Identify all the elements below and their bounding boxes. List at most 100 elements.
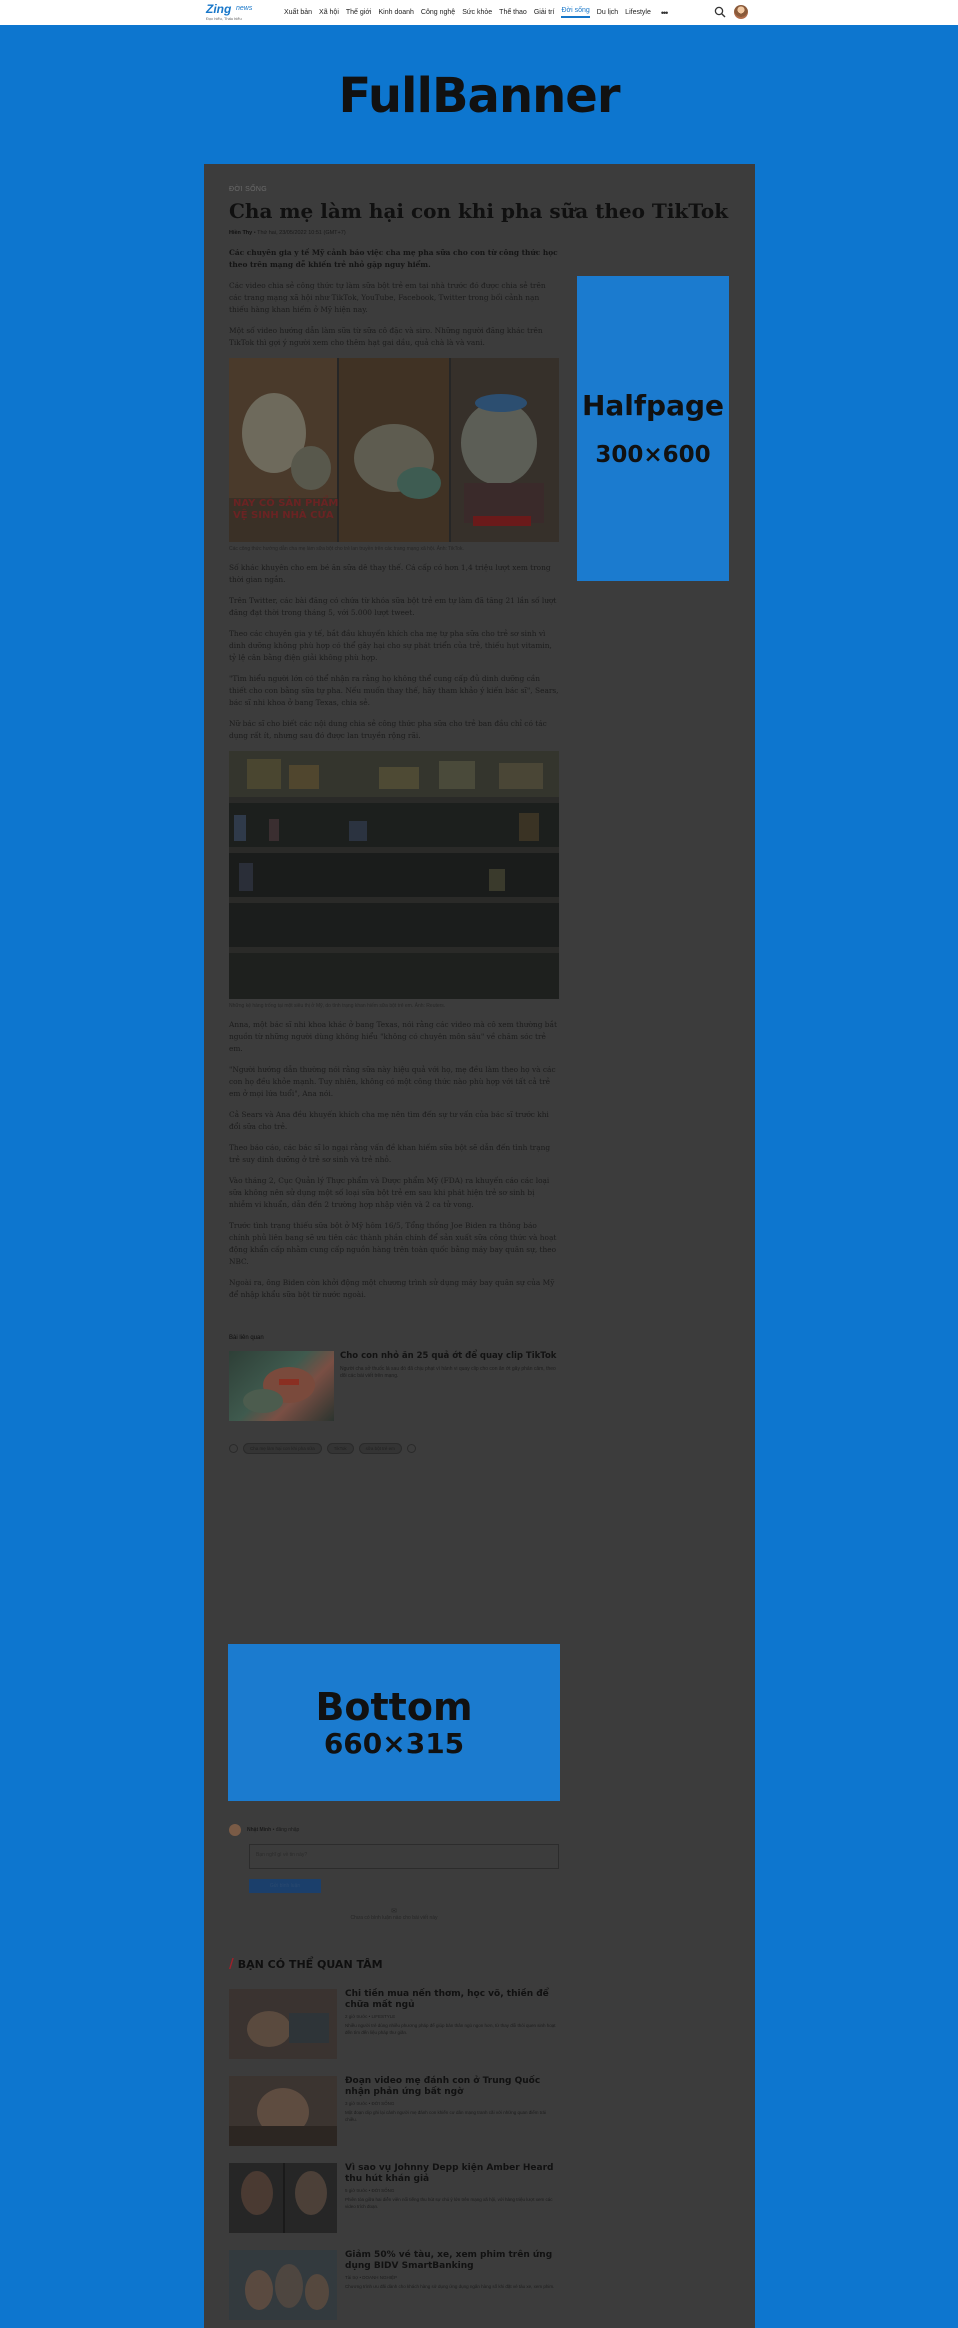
halfpage-ad[interactable]: Halfpage 300×600 bbox=[577, 276, 729, 581]
top-nav-bar: Zing news Đọc hiểu, Thấu hiểu Xuất bản Xã… bbox=[0, 0, 958, 25]
article-image-formula[interactable]: NAY CÓ SẢN PHẨM VỆ SINH NHÀ CỬA bbox=[229, 358, 559, 542]
article-author[interactable]: Hiền Thy bbox=[229, 230, 252, 236]
article-paragraph: Các video chia sẻ công thức tự làm sữa b… bbox=[229, 281, 546, 314]
suggest-thumbnail[interactable] bbox=[229, 2250, 337, 2320]
article-sapo: Các chuyên gia y tế Mỹ cảnh báo việc cha… bbox=[229, 248, 558, 269]
article-overlay: ĐỜI SỐNG Cha mẹ làm hại con khi pha sữa … bbox=[204, 164, 755, 2328]
article-paragraph: Cả Sears và Ana đều khuyến khích cha mẹ … bbox=[229, 1110, 549, 1131]
article-paragraph: Anna, một bác sĩ nhi khoa khác ở bang Te… bbox=[229, 1020, 557, 1053]
article-paragraph: Trước tình trạng thiếu sữa bột ở Mỹ hôm … bbox=[229, 1221, 557, 1266]
add-tag-icon[interactable] bbox=[406, 1444, 416, 1453]
suggest-desc: Chương trình ưu đãi dành cho khách hàng … bbox=[345, 2284, 555, 2289]
related-thumbnail[interactable] bbox=[229, 1351, 334, 1421]
full-banner-label: FullBanner bbox=[338, 68, 620, 124]
suggest-item[interactable]: Chi tiền mua nến thơm, học võ, thiền để … bbox=[229, 1989, 559, 2059]
tag-item[interactable]: TikTok bbox=[326, 1443, 354, 1454]
article-byline: Hiền Thy • Thứ hai, 23/05/2022 10:51 (GM… bbox=[229, 230, 346, 236]
article-title: Cha mẹ làm hại con khi pha sữa theo TikT… bbox=[229, 199, 729, 223]
article-paragraph: Vào tháng 2, Cục Quản lý Thực phẩm và Dư… bbox=[229, 1176, 550, 1209]
suggest-heading: / BẠN CÓ THỂ QUAN TÂM bbox=[229, 1957, 559, 1972]
image-banner-text: NAY CÓ SẢN PHẨM VỆ SINH NHÀ CỬA bbox=[233, 498, 339, 521]
article-paragraph: Theo báo cáo, các bác sĩ lo ngại rằng vấ… bbox=[229, 1143, 551, 1164]
article-paragraph: Trên Twitter, các bài đăng có chứa từ kh… bbox=[229, 596, 557, 617]
nav-item[interactable]: Lifestyle bbox=[625, 9, 651, 16]
user-avatar[interactable] bbox=[734, 5, 748, 19]
tag-item[interactable]: Cha mẹ làm hại con khi pha sữa bbox=[243, 1443, 322, 1454]
suggest-meta: 5 giờ trước • ĐỜI SỐNG bbox=[345, 2188, 395, 2193]
suggest-title[interactable]: Vì sao vụ Johnny Depp kiện Amber Heard t… bbox=[345, 2163, 559, 2185]
suggest-title[interactable]: Chi tiền mua nến thơm, học võ, thiền để … bbox=[345, 1989, 559, 2011]
related-desc: Người cha sở thuốc lá sau đó đã chịu phạ… bbox=[340, 1366, 556, 1379]
halfpage-size: 300×600 bbox=[595, 442, 711, 468]
nav-item[interactable]: Xã hội bbox=[319, 9, 339, 16]
article-paragraph: "Tìm hiểu người lớn có thể nhận ra rằng … bbox=[229, 674, 559, 707]
suggest-section: / BẠN CÓ THỂ QUAN TÂM Chi tiền mua nến t… bbox=[229, 1957, 559, 2320]
halfpage-label: Halfpage bbox=[581, 389, 725, 422]
article-paragraph: "Người hướng dẫn thường nói rằng sữa này… bbox=[229, 1065, 556, 1098]
heading-slash-icon: / bbox=[229, 1957, 234, 1972]
bottom-ad[interactable]: Bottom 660×315 bbox=[228, 1644, 560, 1801]
tag-item[interactable]: sữa bột trẻ em bbox=[358, 1443, 402, 1454]
suggest-meta: 2 giờ trước • LIFESTYLE bbox=[345, 2014, 396, 2019]
site-logo[interactable]: Zing news Đọc hiểu, Thấu hiểu bbox=[204, 2, 268, 23]
comment-section: Nhật Minh • đăng nhập Bạn nghĩ gì về tin… bbox=[229, 1824, 559, 1921]
suggest-desc: Một đoạn clip ghi lại cảnh người mẹ đánh… bbox=[345, 2110, 547, 2122]
comment-icon: ✉ bbox=[391, 1908, 397, 1915]
tag-list: Cha mẹ làm hại con khi pha sữa TikTok sữ… bbox=[229, 1443, 559, 1454]
article-image-shelves[interactable] bbox=[229, 751, 559, 999]
suggest-heading-text: BẠN CÓ THỂ QUAN TÂM bbox=[237, 1958, 383, 1971]
suggest-thumbnail[interactable] bbox=[229, 1989, 337, 2059]
article-date: Thứ hai, 23/05/2022 10:51 (GMT+7) bbox=[257, 230, 346, 236]
suggest-meta: 3 giờ trước • ĐỜI SỐNG bbox=[345, 2101, 395, 2106]
article-body: ĐỜI SỐNG Cha mẹ làm hại con khi pha sữa … bbox=[229, 186, 729, 1454]
logo-brand: Zing bbox=[206, 2, 232, 16]
article-paragraph: Ngoài ra, ông Biden còn khởi động một ch… bbox=[229, 1278, 555, 1299]
suggest-desc: Nhiều người trẻ dùng nhiều phương pháp đ… bbox=[345, 2023, 556, 2035]
image-caption: Những kệ hàng trống tại một siêu thị ở M… bbox=[229, 1003, 446, 1009]
comment-username: Nhật Minh bbox=[247, 1827, 272, 1833]
image-caption: Các công thức hướng dẫn cha mẹ làm sữa b… bbox=[229, 546, 464, 552]
article-category[interactable]: ĐỜI SỐNG bbox=[229, 186, 559, 193]
more-menu-icon[interactable]: ••• bbox=[661, 8, 669, 18]
shelves-photo bbox=[229, 751, 559, 999]
comment-user: Nhật Minh • đăng nhập bbox=[229, 1824, 559, 1836]
comment-input[interactable]: Bạn nghĩ gì về tin này? bbox=[249, 1844, 559, 1869]
suggest-item[interactable]: Đoạn video mẹ đánh con ở Trung Quốc nhận… bbox=[229, 2076, 559, 2146]
nav-item[interactable]: Kinh doanh bbox=[379, 9, 414, 16]
nav-item[interactable]: Công nghệ bbox=[421, 9, 455, 16]
suggest-title[interactable]: Đoạn video mẹ đánh con ở Trung Quốc nhận… bbox=[345, 2076, 559, 2098]
article-paragraph: Một số video hướng dẫn làm sữa từ sữa cô… bbox=[229, 326, 543, 347]
comment-avatar bbox=[229, 1824, 241, 1836]
comment-empty-state: ✉ Chưa có bình luận nào cho bài viết này bbox=[229, 1907, 559, 1921]
nav-item[interactable]: Giải trí bbox=[534, 9, 555, 16]
suggest-title[interactable]: Giảm 50% vé tàu, xe, xem phim trên ứng d… bbox=[345, 2250, 559, 2272]
nav-item[interactable]: Thể thao bbox=[499, 9, 527, 16]
article-paragraph: Số khác khuyên cho em bé ăn sữa dê thay … bbox=[229, 563, 551, 584]
nav-item[interactable]: Du lịch bbox=[597, 9, 618, 16]
nav-item[interactable]: Thế giới bbox=[346, 9, 372, 16]
nav-item[interactable]: Xuất bản bbox=[284, 9, 312, 16]
suggest-thumbnail[interactable] bbox=[229, 2163, 337, 2233]
related-heading: Bài liên quan bbox=[229, 1335, 264, 1341]
suggest-desc: Phiên tòa giữa hai diễn viên nổi tiếng t… bbox=[345, 2197, 553, 2209]
send-comment-button[interactable]: Gửi bình luận bbox=[249, 1879, 321, 1893]
main-nav: Xuất bản Xã hội Thế giới Kinh doanh Công ngh… bbox=[284, 0, 669, 25]
suggest-item[interactable]: Vì sao vụ Johnny Depp kiện Amber Heard t… bbox=[229, 2163, 559, 2233]
bottom-ad-label: Bottom bbox=[315, 1685, 473, 1729]
logo-brand-suffix: news bbox=[236, 5, 253, 12]
article-paragraph: Theo các chuyên gia y tế, bắt đầu khuyến… bbox=[229, 629, 552, 662]
nav-item[interactable]: Sức khỏe bbox=[462, 9, 492, 16]
related-thumbnail-art bbox=[243, 1367, 315, 1413]
suggest-thumbnail[interactable] bbox=[229, 2076, 337, 2146]
article-paragraph: Nữ bác sĩ cho biết các nội dung chia sẻ … bbox=[229, 719, 547, 740]
bottom-ad-size: 660×315 bbox=[323, 1727, 465, 1760]
full-banner-ad[interactable]: FullBanner bbox=[0, 26, 958, 166]
related-title[interactable]: Cho con nhỏ ăn 25 quả ớt để quay clip Ti… bbox=[340, 1351, 559, 1362]
search-icon[interactable] bbox=[714, 6, 726, 18]
suggest-item[interactable]: Giảm 50% vé tàu, xe, xem phim trên ứng d… bbox=[229, 2250, 559, 2320]
related-article[interactable]: Cho con nhỏ ăn 25 quả ớt để quay clip Ti… bbox=[229, 1351, 559, 1421]
comment-user-meta: • đăng nhập bbox=[272, 1827, 300, 1833]
nav-item[interactable]: Đời sống bbox=[561, 7, 590, 18]
comment-empty-text: Chưa có bình luận nào cho bài viết này bbox=[350, 1915, 438, 1921]
tag-icon bbox=[229, 1444, 238, 1453]
